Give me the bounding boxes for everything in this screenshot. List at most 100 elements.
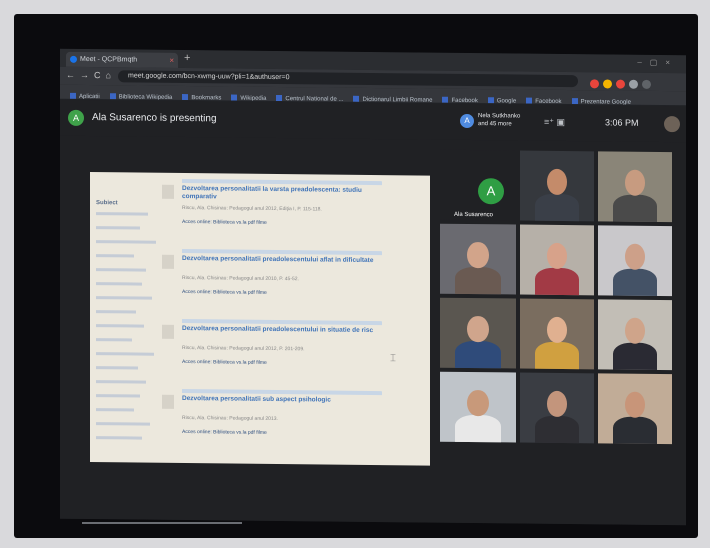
presenter-avatar: A: [68, 109, 84, 126]
close-tab-icon[interactable]: ×: [169, 53, 174, 68]
tab-meet[interactable]: Meet - QCPBmqth ×: [66, 51, 178, 68]
speaker-avatar: A: [478, 178, 504, 205]
result-link[interactable]: Acces online: Biblioteca vs.la pdf filme: [182, 289, 267, 296]
result-item[interactable]: Dezvoltarea personalitatii preadolescent…: [162, 318, 422, 366]
sidebar-filter-line[interactable]: [96, 240, 156, 244]
sidebar-filter-line[interactable]: [96, 408, 134, 412]
bookmark-icon: [526, 97, 533, 104]
sidebar-filter-line[interactable]: [96, 296, 152, 300]
extension-icon[interactable]: [603, 79, 612, 89]
sidebar-filter-line[interactable]: [96, 310, 136, 314]
results-list: Dezvoltarea personalitatii la varsta pre…: [162, 178, 422, 436]
sidebar-filter-line[interactable]: [96, 352, 154, 356]
participant-face: [624, 243, 646, 270]
result-tags: [182, 178, 382, 186]
extension-icon[interactable]: [590, 79, 599, 89]
sidebar-filter-line[interactable]: [96, 268, 146, 272]
sidebar-filter-line[interactable]: [96, 226, 140, 230]
pinned-label: Nela Sutkhanko and 45 more: [478, 113, 521, 128]
meeting-stage: Subiect Dezvoltarea personalitatii la va…: [60, 135, 686, 526]
sidebar-filter-line[interactable]: [96, 436, 142, 440]
sidebar-filter-line[interactable]: [96, 254, 134, 258]
bookmark-icon: [231, 94, 238, 101]
url-field[interactable]: meet.google.com/bcn-xwmg-uuw?pli=1&authu…: [118, 70, 578, 88]
bookmark-icon: [276, 94, 283, 102]
extension-icon[interactable]: [629, 79, 638, 89]
sidebar-filter-line[interactable]: [96, 338, 132, 342]
participant-tile[interactable]: [520, 224, 594, 296]
bookmark-icon: [182, 94, 189, 101]
participant-tile[interactable]: [520, 150, 594, 222]
meet-favicon-icon: [70, 55, 77, 63]
bookmark-icon: [487, 97, 494, 104]
result-meta: Riscu, Ala. Chisinau: Pedagogul anul 201…: [182, 274, 299, 283]
document-icon: [162, 324, 174, 339]
result-item[interactable]: Dezvoltarea personalitatii preadolescent…: [162, 248, 422, 296]
participant-face: [467, 315, 489, 343]
participant-face: [546, 168, 568, 196]
result-link[interactable]: Acces online: Biblioteca vs.la pdf filme: [182, 359, 267, 366]
result-link[interactable]: Acces online: Biblioteca vs.la pdf filme: [182, 219, 267, 226]
speaker-name: Ala Susarenco: [454, 211, 494, 219]
participant-tile[interactable]: [440, 223, 516, 295]
mouse-cursor-icon: ⌶: [390, 353, 396, 365]
participant-tile[interactable]: [520, 298, 594, 370]
result-tags: [182, 248, 382, 256]
result-title[interactable]: Dezvoltarea personalitatii la varsta pre…: [182, 185, 382, 203]
tab-title: Meet - QCPBmqth: [80, 55, 138, 64]
sidebar-filter-line[interactable]: [96, 324, 144, 328]
participant-tile[interactable]: [598, 151, 672, 223]
participant-body: [612, 416, 658, 445]
participant-face: [624, 391, 646, 418]
participant-body: [455, 267, 501, 295]
sidebar-filter-line[interactable]: [96, 212, 148, 216]
sidebar-filter-line[interactable]: [96, 366, 138, 370]
participant-face: [624, 169, 646, 196]
result-tags: [182, 318, 382, 326]
participant-body: [612, 268, 658, 297]
meet-controls[interactable]: ≡⁺ ▣: [544, 117, 565, 128]
participant-body: [534, 194, 580, 222]
bookmark-icon: [353, 95, 360, 102]
participant-tile[interactable]: [598, 299, 672, 371]
participant-face: [546, 390, 568, 418]
document-icon: [162, 254, 174, 269]
sidebar-filter-line[interactable]: [96, 422, 150, 426]
sidebar-filter-line[interactable]: [96, 282, 142, 286]
participant-face: [546, 316, 568, 344]
participant-face: [467, 241, 489, 269]
result-item[interactable]: Dezvoltarea personalitatii sub aspect ps…: [162, 388, 422, 436]
document-icon: [162, 394, 174, 409]
extension-icons: [586, 75, 676, 89]
clock: 3:06 PM: [605, 117, 639, 128]
extension-icon[interactable]: [616, 79, 625, 89]
participant-tile[interactable]: [598, 225, 672, 297]
participant-body: [612, 342, 658, 371]
document-icon: [162, 184, 174, 199]
sidebar-heading: Subiect: [96, 200, 118, 207]
result-meta: Riscu, Ala. Chisinau: Pedagogul anul 201…: [182, 344, 305, 353]
participant-body: [534, 342, 580, 370]
result-title[interactable]: Dezvoltarea personalitatii preadolescent…: [182, 255, 382, 265]
participant-body: [612, 194, 658, 223]
nav-buttons[interactable]: ←→C⌂: [66, 70, 116, 81]
result-title[interactable]: Dezvoltarea personalitatii sub aspect ps…: [182, 395, 382, 405]
sidebar-filter-line[interactable]: [96, 380, 146, 384]
sidebar-filter-line[interactable]: [96, 394, 140, 398]
self-avatar[interactable]: [664, 116, 680, 133]
participant-face: [546, 242, 568, 270]
participant-tile[interactable]: [440, 297, 516, 369]
result-title[interactable]: Dezvoltarea personalitatii preadolescent…: [182, 325, 382, 335]
participant-tile[interactable]: [520, 372, 594, 444]
participant-tile[interactable]: [598, 373, 672, 445]
extension-icon[interactable]: [642, 79, 651, 89]
active-speaker-tile[interactable]: A Ala Susarenco: [440, 149, 516, 221]
result-link[interactable]: Acces online: Biblioteca vs.la pdf filme: [182, 429, 267, 436]
taskbar: [82, 522, 242, 524]
pinned-avatar: A: [460, 113, 474, 129]
bookmark-icon: [109, 93, 116, 100]
result-item[interactable]: Dezvoltarea personalitatii la varsta pre…: [162, 178, 422, 226]
new-tab-icon[interactable]: +: [184, 52, 190, 64]
window-controls[interactable]: –▢×: [637, 58, 678, 67]
participant-tile[interactable]: [440, 371, 516, 443]
